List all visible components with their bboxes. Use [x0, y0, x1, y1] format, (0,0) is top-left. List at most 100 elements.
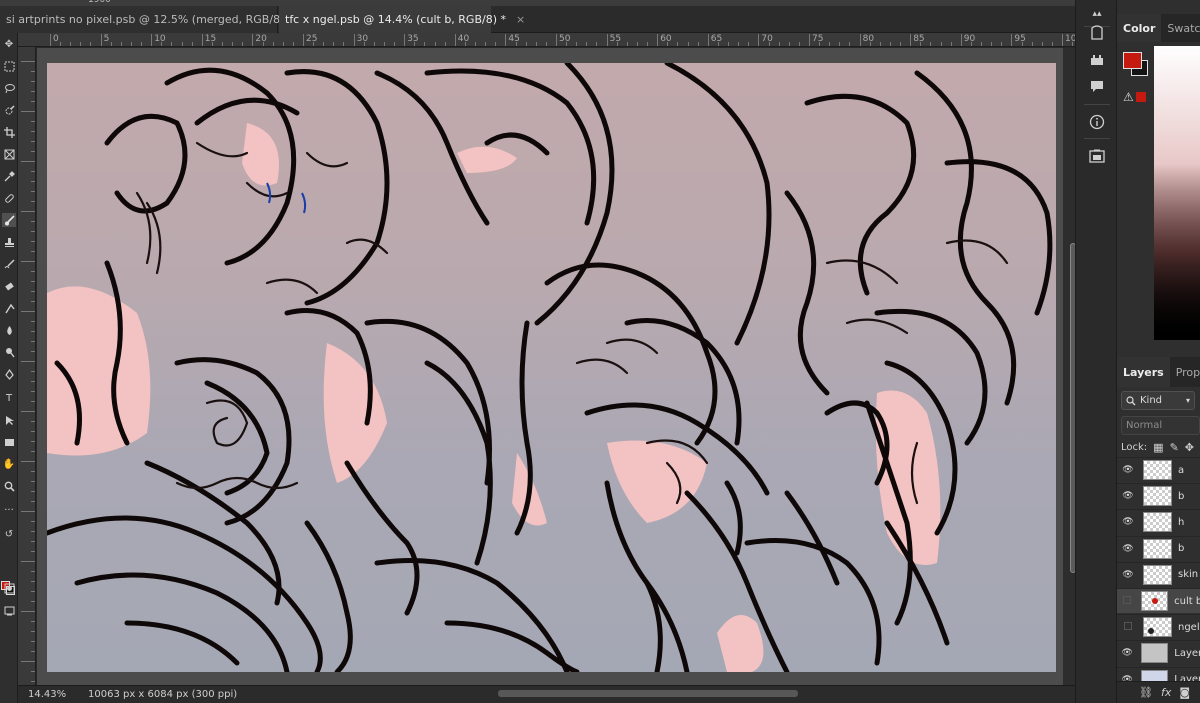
- add-mask-icon[interactable]: ◙: [1179, 686, 1190, 699]
- tab-label: tfc x ngel.psb @ 14.4% (cult b, RGB/8) *: [285, 13, 506, 26]
- ruler-minor-tick: [829, 42, 831, 46]
- eyedropper-icon[interactable]: [2, 169, 16, 183]
- zoom-icon[interactable]: [2, 479, 16, 493]
- layer-row[interactable]: 👁 b: [1117, 483, 1200, 508]
- tab-layers[interactable]: Layers: [1117, 357, 1170, 387]
- swap-colors-icon[interactable]: ↺: [2, 527, 16, 541]
- layer-row[interactable]: 👁 b: [1117, 535, 1200, 561]
- layer-row[interactable]: 👁 h: [1117, 509, 1200, 534]
- quick-select-icon[interactable]: [2, 103, 16, 117]
- ruler-tick: [31, 491, 35, 492]
- more-tools-icon[interactable]: ···: [2, 503, 16, 517]
- hand-icon[interactable]: ✋: [2, 457, 16, 471]
- gamut-correction-swatch[interactable]: [1136, 92, 1146, 102]
- ruler-tick: [31, 241, 35, 242]
- horizontal-scrollbar-thumb[interactable]: [498, 690, 798, 697]
- ruler-minor-tick: [697, 42, 699, 46]
- layer-row[interactable]: 👁 Layer: [1117, 640, 1200, 665]
- blur-icon[interactable]: [2, 323, 16, 337]
- visibility-off-icon[interactable]: [1117, 621, 1139, 633]
- ruler-label: 25: [306, 34, 318, 44]
- brush-icon[interactable]: [2, 213, 16, 227]
- eye-icon[interactable]: 👁: [1117, 648, 1137, 658]
- eye-icon[interactable]: 👁: [1117, 570, 1139, 580]
- crop-icon[interactable]: [2, 125, 16, 139]
- document-tab-tfc-x-ngel[interactable]: tfc x ngel.psb @ 14.4% (cult b, RGB/8) *…: [279, 6, 525, 33]
- layer-thumbnail: [1143, 460, 1172, 480]
- ruler-minor-tick: [889, 42, 891, 46]
- collapse-panels-icon[interactable]: ▴▴: [1087, 4, 1107, 24]
- comments-icon[interactable]: [1087, 76, 1107, 96]
- stamp-icon[interactable]: [2, 235, 16, 249]
- path-select-icon[interactable]: [2, 413, 16, 427]
- ruler-tick: [31, 81, 35, 82]
- image-panel-icon[interactable]: [1087, 146, 1107, 166]
- layer-row[interactable]: ngel: [1117, 614, 1200, 639]
- eye-icon[interactable]: 👁: [1117, 544, 1139, 554]
- ruler-minor-tick: [768, 42, 770, 46]
- ruler-tick: [31, 121, 35, 122]
- tab-color[interactable]: Color: [1117, 14, 1162, 42]
- ruler-minor-tick: [130, 42, 132, 46]
- eye-icon[interactable]: 👁: [1117, 491, 1139, 501]
- marquee-icon[interactable]: [2, 59, 16, 73]
- layer-style-fx-icon[interactable]: fx: [1161, 686, 1171, 699]
- type-icon[interactable]: T: [2, 391, 16, 405]
- blend-mode-select[interactable]: Normal: [1121, 416, 1200, 435]
- gradient-icon[interactable]: [2, 301, 16, 315]
- link-layers-icon[interactable]: ⛓: [1139, 686, 1153, 699]
- pen-icon[interactable]: [2, 367, 16, 381]
- eraser-icon[interactable]: [2, 279, 16, 293]
- layer-row[interactable]: cult b: [1117, 588, 1200, 613]
- ruler-minor-tick: [313, 42, 315, 46]
- lock-image-pixels-icon[interactable]: ✎: [1170, 441, 1179, 454]
- layer-name: b: [1178, 543, 1185, 555]
- document-canvas[interactable]: [47, 63, 1056, 672]
- layer-thumbnail: [1141, 591, 1169, 611]
- vertical-ruler[interactable]: [18, 47, 36, 685]
- history-brush-icon[interactable]: [2, 257, 16, 271]
- frame-icon[interactable]: [2, 147, 16, 161]
- layer-row[interactable]: 👁 skin: [1117, 561, 1200, 587]
- tab-properties[interactable]: Properties: [1170, 357, 1200, 387]
- ruler-minor-tick: [940, 42, 942, 46]
- tab-swatches[interactable]: Swatches: [1161, 14, 1200, 42]
- screen-mode-icon[interactable]: [2, 603, 16, 617]
- layer-row[interactable]: 👁 a: [1117, 457, 1200, 482]
- move-icon[interactable]: ✥: [2, 37, 16, 51]
- vertical-scrollbar[interactable]: [1063, 48, 1076, 685]
- foreground-color-chip[interactable]: [1123, 52, 1142, 69]
- healing-icon[interactable]: [2, 191, 16, 205]
- color-picker-field[interactable]: [1154, 46, 1200, 340]
- ruler-major-tick: [606, 34, 608, 46]
- libraries-icon[interactable]: [1087, 50, 1107, 70]
- ruler-tick: [31, 551, 35, 552]
- ruler-tick: [31, 331, 35, 332]
- close-tab-icon[interactable]: ×: [516, 13, 525, 26]
- visibility-off-icon[interactable]: [1117, 595, 1137, 607]
- ruler-minor-tick: [991, 42, 993, 46]
- zoom-level[interactable]: 14.43%: [18, 689, 78, 700]
- eye-icon[interactable]: 👁: [1117, 465, 1139, 475]
- dodge-icon[interactable]: [2, 345, 16, 359]
- document-tab-si-artprints[interactable]: si artprints no pixel.psb @ 12.5% (merge…: [0, 6, 304, 33]
- info-icon[interactable]: [1087, 112, 1107, 132]
- horizontal-ruler[interactable]: 0 5 10 15 20 25 30 35 40 45 50 55 60 65 70 75 80 85 90 95 10: [18, 33, 1104, 47]
- document-info[interactable]: 10063 px x 6084 px (300 ppi): [88, 689, 237, 700]
- ruler-tick: [31, 71, 35, 72]
- rectangle-icon[interactable]: [2, 435, 16, 449]
- ruler-tick: [31, 181, 35, 182]
- ruler-minor-tick: [849, 42, 851, 46]
- lasso-icon[interactable]: [2, 81, 16, 95]
- eye-icon[interactable]: 👁: [1117, 517, 1139, 527]
- lock-position-icon[interactable]: ✥: [1185, 441, 1194, 454]
- panels-dock: Color Swatches ⚠ Layers Properties Kind …: [1117, 0, 1200, 703]
- color-panel-icon[interactable]: [1087, 22, 1107, 42]
- out-of-gamut-warning-icon[interactable]: ⚠: [1123, 90, 1134, 104]
- ruler-minor-tick: [394, 42, 396, 46]
- layer-filter-kind-select[interactable]: Kind ▾: [1121, 391, 1195, 410]
- quick-mask-icon[interactable]: [2, 581, 16, 595]
- ruler-major-tick: [1011, 34, 1013, 46]
- ruler-label: 35: [407, 34, 419, 44]
- lock-transparent-pixels-icon[interactable]: ▦: [1153, 441, 1163, 454]
